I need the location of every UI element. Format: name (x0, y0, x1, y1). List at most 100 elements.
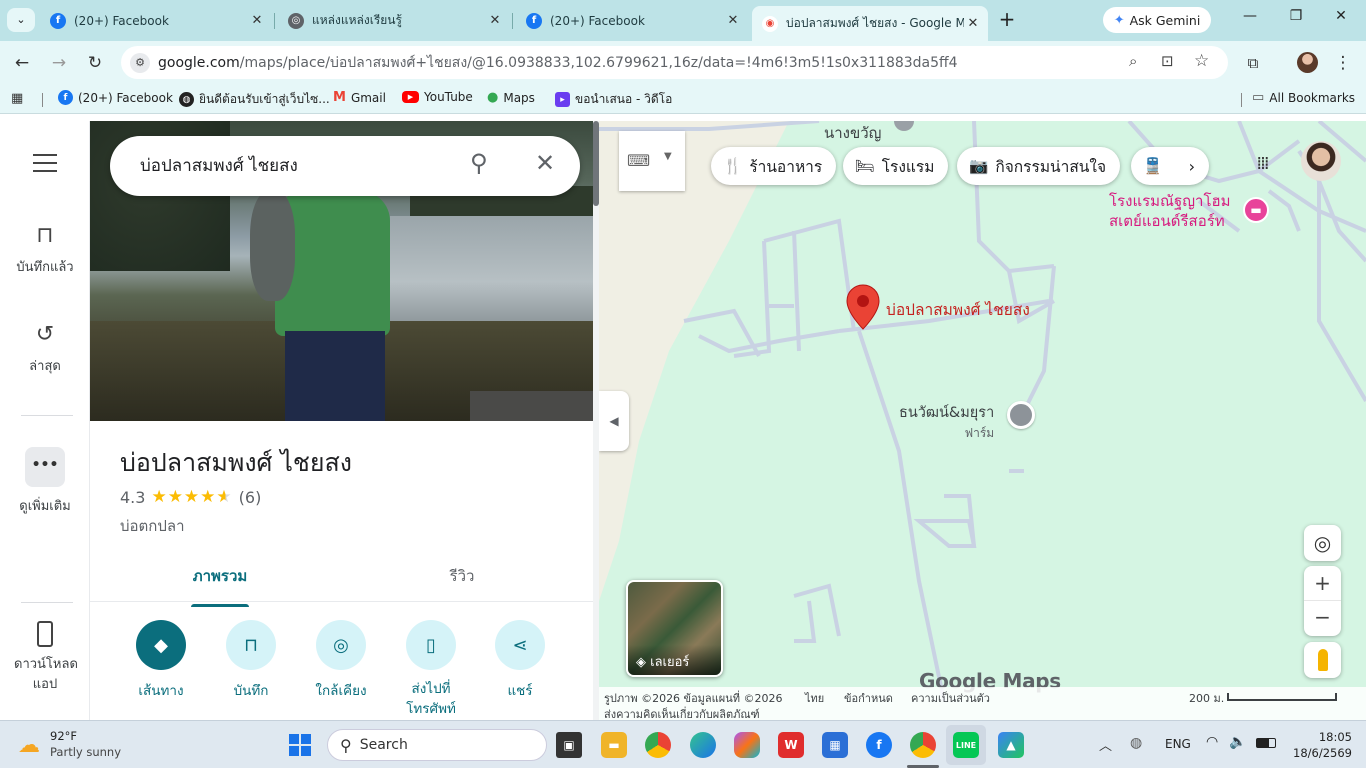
windows-start-icon[interactable] (289, 734, 311, 756)
edge-icon[interactable] (690, 732, 716, 758)
install-app-icon[interactable]: ⊡ (1161, 52, 1174, 70)
weather-widget[interactable]: 92°F Partly sunny (50, 728, 121, 760)
tab-facebook-1[interactable]: f (20+) Facebook ✕ (40, 6, 272, 35)
village-label[interactable]: นางขวัญ (824, 121, 881, 145)
feedback-link[interactable]: ส่งความคิดเห็นเกี่ยวกับผลิตภัณฑ์ (604, 705, 760, 720)
input-language[interactable]: ENG (1165, 737, 1191, 751)
bookmark-gmail[interactable]: M Gmail (333, 90, 386, 105)
nearby-button[interactable]: ◎ ใกล้เคียง (301, 620, 381, 701)
profile-avatar[interactable] (1297, 52, 1318, 73)
volume-icon[interactable]: 🔈 (1229, 734, 1246, 750)
forward-icon[interactable]: → (46, 51, 72, 77)
photos-icon[interactable]: ▲ (998, 732, 1024, 758)
tab-facebook-2[interactable]: f (20+) Facebook ✕ (516, 6, 748, 35)
sidebar-item-saved[interactable]: ⊓ บันทึกแล้ว (0, 223, 90, 277)
hotel-poi-label[interactable]: โรงแรมณัฐญาโฮม สเตย์แอนด์รีสอร์ท (1109, 191, 1231, 231)
sidebar-item-recent[interactable]: ↺ ล่าสุด (0, 322, 90, 376)
user-avatar[interactable] (1301, 141, 1341, 181)
taskbar-search-box[interactable]: ⚲ Search (327, 729, 547, 761)
restore-icon[interactable]: ❐ (1282, 8, 1310, 32)
bookmark-facebook[interactable]: f (20+) Facebook (58, 90, 173, 105)
tab-learning[interactable]: ◎ แหล่งแหล่งเรียนรู้ ✕ (278, 6, 510, 35)
place-category[interactable]: บ่อตกปลา (120, 514, 185, 538)
tab-google-maps[interactable]: ◉ บ่อปลาสมพงศ์ ไชยสง - Google Ma ✕ (752, 6, 988, 41)
directions-button[interactable]: ◆ เส้นทาง (121, 620, 201, 701)
zoom-icon[interactable]: ⌕ (1129, 52, 1137, 70)
copilot-icon[interactable] (734, 732, 760, 758)
tab-reviews[interactable]: รีวิว (402, 564, 522, 588)
back-icon[interactable]: ← (9, 51, 35, 77)
tray-app-icon[interactable]: ◍ (1130, 735, 1142, 751)
battery-icon[interactable] (1256, 738, 1276, 748)
map-canvas[interactable]: ⌨ ▼ นางขวัญ 🍴 ร้านอาหาร 🛏 โรงแรม 📷 กิจกรรมน… (599, 121, 1366, 720)
bookmark-youtube[interactable]: ▶ YouTube (402, 90, 473, 104)
language-link[interactable]: ไทย (805, 689, 824, 707)
task-view-icon[interactable]: ▣ (556, 732, 582, 758)
tray-chevron-icon[interactable]: ︿ (1099, 735, 1112, 754)
wifi-icon[interactable]: ◠ (1206, 734, 1218, 750)
layers-button[interactable]: ◈ เลเยอร์ (626, 580, 723, 677)
wps-icon[interactable]: W (778, 732, 804, 758)
chrome-icon[interactable] (645, 732, 671, 758)
search-icon[interactable]: ⚲ (470, 149, 488, 177)
search-box[interactable]: บ่อปลาสมพงศ์ ไชยสง ⚲ ✕ (110, 136, 580, 196)
sidebar-item-download-app[interactable]: ดาวน์โหลดแอป (0, 621, 90, 695)
url-text[interactable]: google.com/maps/place/บ่อปลาสมพงศ์+ไชยสง… (158, 52, 958, 74)
pin-label[interactable]: บ่อปลาสมพงศ์ ไชยสง (886, 297, 1030, 322)
tab-search-icon[interactable]: ⌄ (7, 8, 35, 32)
new-tab-button[interactable]: + (995, 8, 1019, 32)
facebook-icon[interactable]: f (866, 732, 892, 758)
hotel-marker-icon[interactable]: ▬ (1243, 197, 1269, 223)
file-explorer-icon[interactable]: ▬ (601, 732, 627, 758)
tab-close-icon[interactable]: ✕ (248, 13, 266, 28)
tab-close-icon[interactable]: ✕ (486, 13, 504, 28)
chip-transit[interactable]: 🚆 › (1131, 147, 1209, 185)
privacy-link[interactable]: ความเป็นส่วนตัว (911, 689, 990, 707)
apps-grid-icon[interactable]: ▦ (11, 91, 23, 106)
zoom-in-icon[interactable]: + (1304, 566, 1341, 601)
close-window-icon[interactable]: ✕ (1327, 8, 1355, 32)
farm-marker-icon[interactable] (1007, 401, 1035, 429)
scale-label[interactable]: 200 ม. (1189, 689, 1224, 707)
collapse-panel-button[interactable]: ◀ (599, 391, 629, 451)
line-icon[interactable]: LINE (953, 732, 979, 758)
share-button[interactable]: ⋖ แชร์ (480, 620, 560, 701)
ask-gemini-button[interactable]: ✦ Ask Gemini (1103, 7, 1211, 33)
chrome-active-icon[interactable] (910, 732, 936, 758)
clock[interactable]: 18:05 18/6/2569 (1290, 729, 1352, 761)
minimize-icon[interactable]: — (1236, 8, 1264, 32)
bookmark-welcome[interactable]: ◍ ยินดีต้อนรับเข้าสู่เว็บไซ... (179, 90, 330, 109)
bookmark-maps[interactable]: ● Maps (487, 90, 535, 105)
google-apps-icon[interactable]: ⁞⁞⁞ (1251, 153, 1273, 175)
input-tools-button[interactable]: ⌨ ▼ (619, 131, 685, 191)
extensions-icon[interactable]: ⧉ (1240, 51, 1266, 77)
chip-scroll-right-icon[interactable]: › (1189, 157, 1195, 176)
farm-poi-label[interactable]: ธนวัฒน์&มยุรา ฟาร์ม (899, 401, 994, 443)
chip-hotels[interactable]: 🛏 โรงแรม (843, 147, 949, 185)
clear-search-icon[interactable]: ✕ (535, 149, 555, 177)
rating-row[interactable]: 4.3 ★★★★★ (6) (120, 487, 261, 507)
store-icon[interactable]: ▦ (822, 732, 848, 758)
pegman-icon[interactable] (1304, 642, 1341, 678)
address-bar[interactable]: ⚙ google.com/maps/place/บ่อปลาสมพงศ์+ไชย… (121, 46, 1228, 79)
bookmark-video[interactable]: ▸ ขอนำเสนอ - วิดีโอ (555, 90, 672, 109)
review-count[interactable]: (6) (239, 488, 262, 507)
sidebar-item-more[interactable]: ••• ดูเพิ่มเติม (0, 447, 90, 516)
tab-close-icon[interactable]: ✕ (964, 16, 982, 31)
tab-close-icon[interactable]: ✕ (724, 13, 742, 28)
bookmark-star-icon[interactable]: ☆ (1194, 51, 1209, 71)
chip-restaurants[interactable]: 🍴 ร้านอาหาร (711, 147, 837, 185)
menu-kebab-icon[interactable]: ⋮ (1330, 51, 1356, 77)
terms-link[interactable]: ข้อกำหนด (844, 689, 893, 707)
save-button[interactable]: ⊓ บันทึก (211, 620, 291, 701)
all-bookmarks[interactable]: ▭ All Bookmarks (1252, 90, 1355, 105)
reload-icon[interactable]: ↻ (82, 51, 108, 77)
site-info-icon[interactable]: ⚙ (130, 53, 150, 73)
my-location-icon[interactable]: ◎ (1304, 525, 1341, 561)
send-to-phone-button[interactable]: ▯ ส่งไปที่โทรศัพท์ (391, 620, 471, 719)
search-input[interactable]: บ่อปลาสมพงศ์ ไชยสง (140, 152, 298, 179)
hamburger-menu-icon[interactable] (33, 154, 57, 172)
place-pin-icon[interactable] (846, 284, 880, 330)
zoom-out-icon[interactable]: − (1304, 601, 1341, 636)
chip-things-to-do[interactable]: 📷 กิจกรรมน่าสนใจ (957, 147, 1121, 185)
